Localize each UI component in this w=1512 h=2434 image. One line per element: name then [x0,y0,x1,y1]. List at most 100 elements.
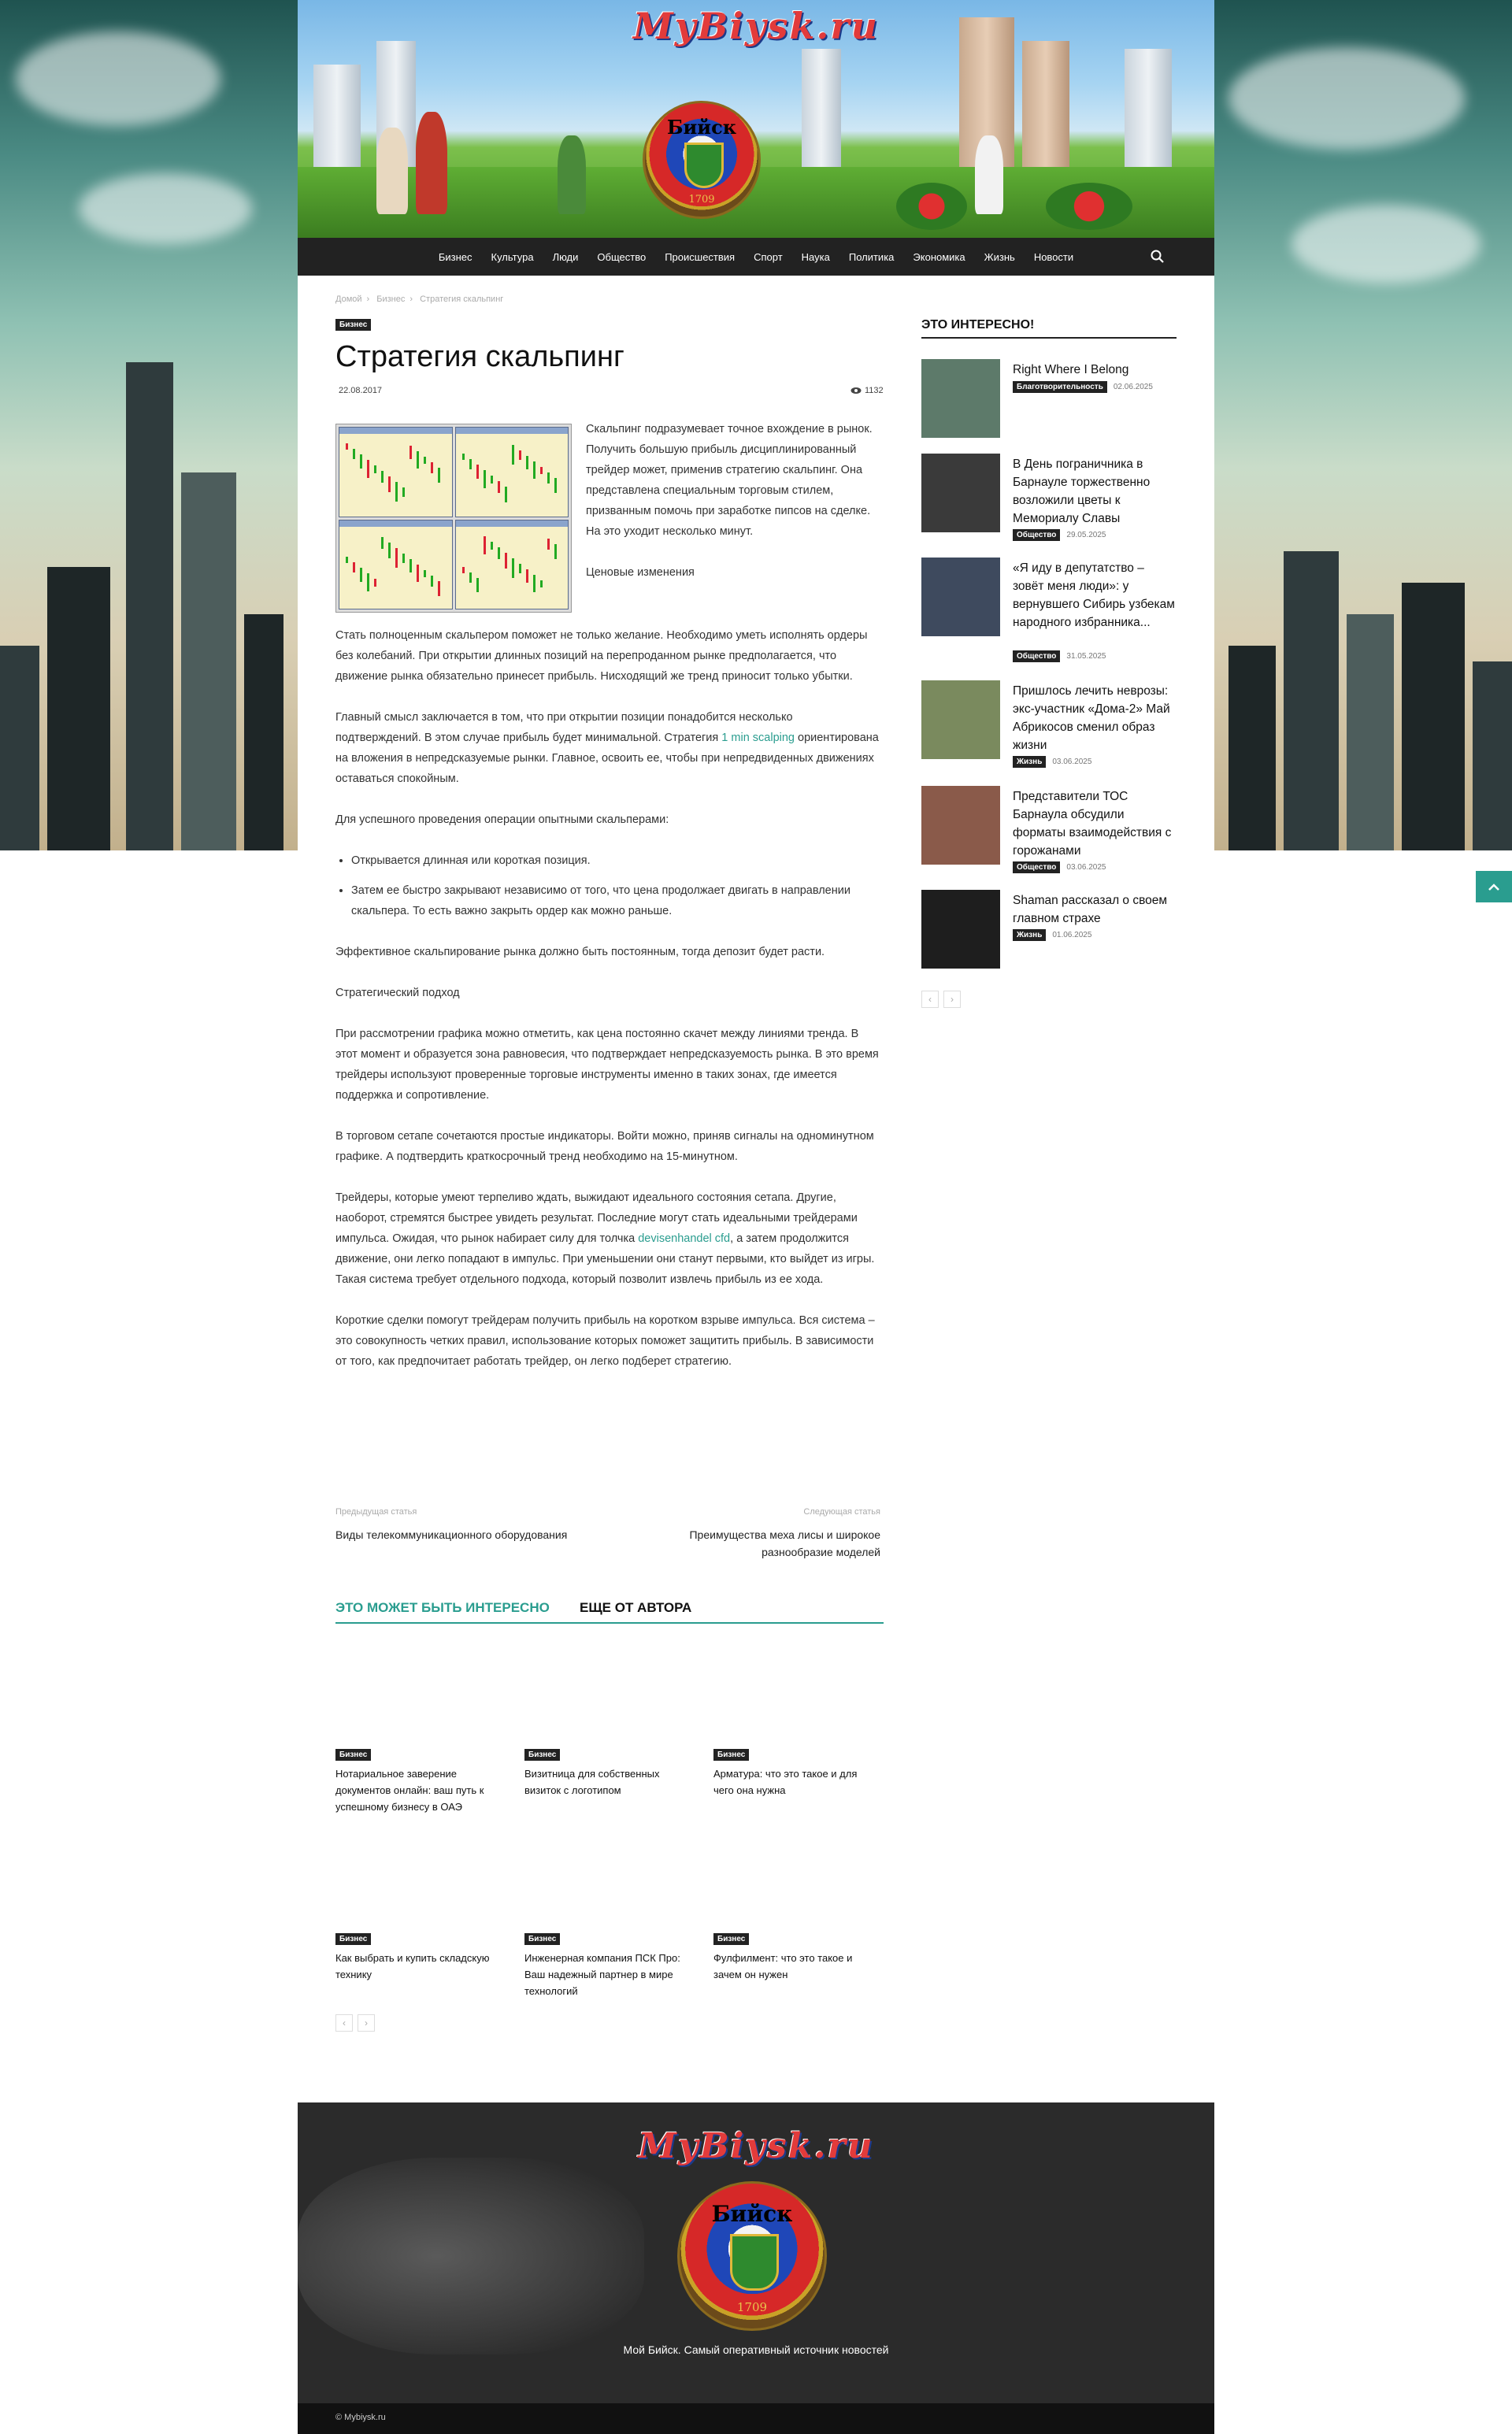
paragraph: Эффективное скальпирование рынка должно … [335,946,825,958]
related-thumbnail[interactable] [713,1836,874,1931]
related-title[interactable]: Арматура: что это такое и для чего она н… [713,1765,874,1799]
header-banner: MyBiysk.ru Бийск 1709 [298,0,1214,238]
sidebar-article-title[interactable]: Shaman рассказал о своем главном страхе [1013,891,1178,928]
link-1-min-scalping[interactable]: 1 min scalping [721,732,795,744]
related-category-badge[interactable]: Бизнес [524,1749,561,1761]
sidebar-article-title[interactable]: «Я иду в депутатство – зовёт меня люди»:… [1013,559,1178,632]
sidebar-article-title[interactable]: Пришлось лечить неврозы: экс-участник «Д… [1013,682,1178,754]
footer: MyBiysk.ru Бийск 1709 Мой Бийск. Самый о… [298,2102,1214,2403]
sidebar-thumbnail[interactable] [921,359,1000,438]
related-article[interactable]: Бизнес Фулфилмент: что это такое и зачем … [713,1836,874,1983]
related-title[interactable]: Как выбрать и купить складскую технику [335,1950,496,1983]
related-thumbnail[interactable] [335,1652,496,1747]
subhead-strategic: Стратегический подход [335,987,460,999]
main-nav: Бизнес Культура Люди Общество Происшествия Сп… [298,238,1214,276]
related-category-badge[interactable]: Бизнес [524,1933,561,1945]
nav-item[interactable]: Спорт [744,251,792,263]
related-thumbnail[interactable] [335,1836,496,1931]
paragraph: Стать полноценным скальпером поможет не … [335,629,868,683]
related-category-badge[interactable]: Бизнес [713,1749,750,1761]
nav-item[interactable]: Происшествия [655,251,744,263]
page-container: MyBiysk.ru Бийск 1709 Бизнес Культура Люди… [298,0,1214,2434]
related-category-badge[interactable]: Бизнес [713,1933,750,1945]
nav-item[interactable]: Бизнес [429,251,482,263]
breadcrumb-category[interactable]: Бизнес [376,295,405,304]
sidebar-category-badge[interactable]: Жизнь [1013,756,1047,768]
sidebar-category-badge[interactable]: Общество [1013,529,1061,541]
emblem-shield-icon [730,2234,779,2291]
next-article-link[interactable]: Преимущества меха лисы и широкое разнооб… [652,1526,880,1561]
nav-item[interactable]: Политика [839,251,904,263]
related-article[interactable]: Бизнес Инженерная компания ПСК Про: Ваш н… [524,1836,685,1999]
breadcrumb-home[interactable]: Домой [335,295,362,304]
sidebar-article[interactable]: В День пограничника в Барнауле торжестве… [921,454,1178,541]
sidebar-article[interactable]: «Я иду в депутатство – зовёт меня люди»:… [921,558,1178,662]
sidebar-prev-button[interactable]: ‹ [921,991,939,1008]
prev-article-link[interactable]: Виды телекоммуникационного оборудования [335,1526,603,1543]
sidebar-article-title[interactable]: Представители ТОС Барнаула обсудили форм… [1013,787,1178,860]
sidebar-article[interactable]: Shaman рассказал о своем главном страхе Ж… [921,890,1177,976]
sidebar-article[interactable]: Представители ТОС Барнаула обсудили форм… [921,786,1178,873]
nav-item[interactable]: Общество [587,251,655,263]
related-thumbnail[interactable] [524,1652,685,1747]
city-emblem[interactable]: Бийск 1709 [643,101,761,219]
sidebar-article[interactable]: Пришлось лечить неврозы: экс-участник «Д… [921,680,1178,768]
list-item: Открывается длинная или короткая позиция… [351,850,880,871]
paragraph: Для успешного проведения операции опытны… [335,813,669,826]
sidebar-article-title[interactable]: Right Where I Belong [1013,361,1178,379]
sidebar-next-button[interactable]: › [943,991,961,1008]
site-logo-text[interactable]: MyBiysk.ru [298,5,1214,47]
sidebar-thumbnail[interactable] [921,558,1000,636]
related-article[interactable]: Бизнес Нотариальное заверение документов … [335,1652,496,1815]
nav-item[interactable]: Жизнь [975,251,1025,263]
paragraph: Трейдеры, которые умеют терпеливо ждать,… [335,1191,875,1286]
nav-item[interactable]: Экономика [903,251,974,263]
related-title[interactable]: Фулфилмент: что это такое и зачем он нуж… [713,1950,874,1983]
nav-item[interactable]: Люди [543,251,588,263]
sidebar-thumbnail[interactable] [921,680,1000,759]
search-icon[interactable] [1150,249,1166,265]
sidebar-thumbnail[interactable] [921,890,1000,969]
paragraph: При рассмотрении графика можно отметить,… [335,1028,879,1102]
related-article[interactable]: Бизнес Арматура: что это такое и для чего… [713,1652,874,1799]
footer-emblem[interactable]: Бийск 1709 [677,2181,827,2331]
article-views: 1132 [850,386,884,395]
related-title[interactable]: Нотариальное заверение документов онлайн… [335,1765,496,1815]
sidebar-category-badge[interactable]: Жизнь [1013,929,1047,941]
prev-page-button[interactable]: ‹ [335,2014,353,2032]
emblem-label: Бийск [666,116,737,139]
tab-more-from-author[interactable]: ЕЩЕ ОТ АВТОРА [580,1600,691,1616]
sidebar-category-badge[interactable]: Общество [1013,861,1061,873]
nav-item[interactable]: Новости [1025,251,1083,263]
paragraph: В торговом сетапе сочетаются простые инд… [335,1130,874,1163]
related-article[interactable]: Бизнес Как выбрать и купить складскую тех… [335,1836,496,1983]
sidebar-thumbnail[interactable] [921,786,1000,865]
tab-may-be-interesting[interactable]: ЭТО МОЖЕТ БЫТЬ ИНТЕРЕСНО [335,1600,550,1616]
link-devisenhandel-cfd[interactable]: devisenhandel cfd [638,1232,730,1245]
sidebar-date: 03.06.2025 [1066,863,1106,872]
subhead-price-changes: Ценовые изменения [586,566,695,579]
scroll-to-top-button[interactable] [1476,871,1512,902]
related-article[interactable]: Бизнес Визитница для собственных визиток … [524,1652,685,1799]
next-page-button[interactable]: › [358,2014,375,2032]
sidebar-category-badge[interactable]: Общество [1013,650,1061,662]
related-category-badge[interactable]: Бизнес [335,1749,372,1761]
related-category-badge[interactable]: Бизнес [335,1933,372,1945]
footer-logo-text[interactable]: MyBiysk.ru [298,2126,1214,2166]
sidebar-thumbnail[interactable] [921,454,1000,532]
related-title[interactable]: Инженерная компания ПСК Про: Ваш надежны… [524,1950,685,1999]
footer-tagline: Мой Бийск. Самый оперативный источник но… [623,2343,889,2356]
article-date: 22.08.2017 [339,386,383,395]
related-thumbnail[interactable] [713,1652,874,1747]
sidebar-article[interactable]: Right Where I Belong Благотворительность 0… [921,359,1177,446]
article-image [335,424,572,613]
related-title[interactable]: Визитница для собственных визиток с лого… [524,1765,685,1799]
nav-item[interactable]: Культура [482,251,543,263]
article-body: Стать полноценным скальпером поможет не … [335,625,880,1392]
related-thumbnail[interactable] [524,1836,685,1931]
nav-item[interactable]: Наука [792,251,839,263]
sidebar-category-badge[interactable]: Благотворительность [1013,381,1107,393]
sidebar-article-title[interactable]: В День пограничника в Барнауле торжестве… [1013,455,1178,528]
article-category-badge[interactable]: Бизнес [335,319,372,331]
list-item: Затем ее быстро закрывают независимо от … [351,880,880,921]
